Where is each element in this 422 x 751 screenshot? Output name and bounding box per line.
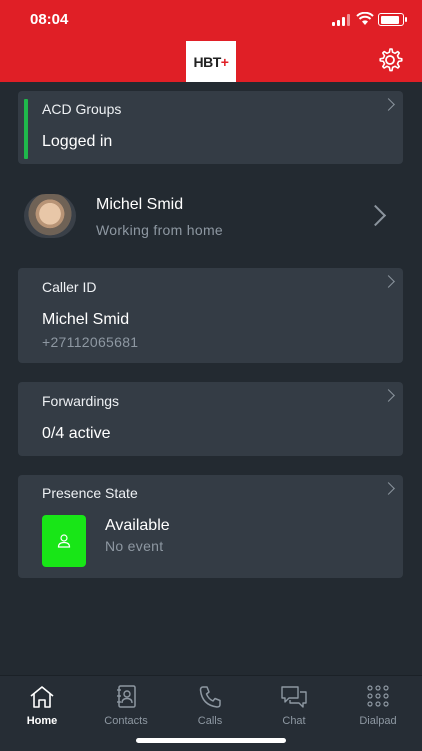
profile-status: Working from home bbox=[96, 222, 223, 238]
tab-label: Calls bbox=[197, 715, 223, 727]
acd-groups-title: ACD Groups bbox=[42, 101, 122, 117]
profile-row[interactable]: Michel Smid Working from home bbox=[0, 188, 422, 248]
chevron-right-icon bbox=[382, 275, 395, 288]
tab-dialpad[interactable]: Dialpad bbox=[336, 682, 420, 732]
chat-icon bbox=[281, 686, 307, 708]
contacts-icon bbox=[117, 685, 136, 708]
status-icons bbox=[324, 12, 407, 28]
tab-label: Home bbox=[26, 715, 58, 727]
tab-label: Dialpad bbox=[359, 715, 397, 727]
presence-state-title: Presence State bbox=[42, 485, 138, 501]
dialpad-icon bbox=[367, 685, 389, 707]
tab-calls[interactable]: Calls bbox=[168, 682, 252, 732]
tab-chat[interactable]: Chat bbox=[252, 682, 336, 732]
signal-icon bbox=[332, 14, 350, 26]
forwardings-card[interactable]: Forwardings 0/4 active bbox=[18, 382, 403, 456]
battery-icon bbox=[378, 13, 407, 26]
caller-id-card[interactable]: Caller ID Michel Smid +27112065681 bbox=[18, 268, 403, 363]
caller-id-title: Caller ID bbox=[42, 279, 97, 295]
gear-icon[interactable] bbox=[376, 46, 404, 74]
chevron-right-icon bbox=[364, 204, 387, 227]
caller-id-name: Michel Smid bbox=[42, 311, 130, 328]
chevron-right-icon bbox=[382, 482, 395, 495]
presence-status-box bbox=[42, 515, 86, 567]
presence-state-value: Available bbox=[105, 517, 170, 534]
forwardings-title: Forwardings bbox=[42, 393, 120, 409]
acd-groups-card[interactable]: ACD Groups Logged in bbox=[18, 91, 403, 164]
chevron-right-icon bbox=[382, 98, 395, 111]
app-header: 08:04 HBT + bbox=[0, 0, 422, 82]
forwardings-value: 0/4 active bbox=[42, 425, 111, 442]
status-time: 08:04 bbox=[30, 11, 69, 28]
home-icon bbox=[30, 686, 54, 708]
presence-event: No event bbox=[105, 538, 164, 554]
profile-name: Michel Smid bbox=[96, 196, 184, 213]
wifi-icon bbox=[356, 12, 374, 25]
tab-contacts[interactable]: Contacts bbox=[84, 682, 168, 732]
caller-id-number: +27112065681 bbox=[42, 334, 139, 350]
avatar bbox=[24, 194, 76, 238]
app-logo: HBT + bbox=[186, 41, 236, 82]
home-indicator bbox=[136, 738, 286, 743]
presence-state-card[interactable]: Presence State Available No event bbox=[18, 475, 403, 578]
tab-label: Chat bbox=[282, 715, 306, 727]
tab-home[interactable]: Home bbox=[0, 682, 84, 732]
tab-label: Contacts bbox=[104, 715, 148, 727]
chevron-right-icon bbox=[382, 389, 395, 402]
phone-icon bbox=[199, 686, 221, 708]
user-icon bbox=[57, 534, 71, 548]
acd-status-indicator bbox=[24, 99, 28, 159]
acd-groups-value: Logged in bbox=[42, 133, 113, 150]
